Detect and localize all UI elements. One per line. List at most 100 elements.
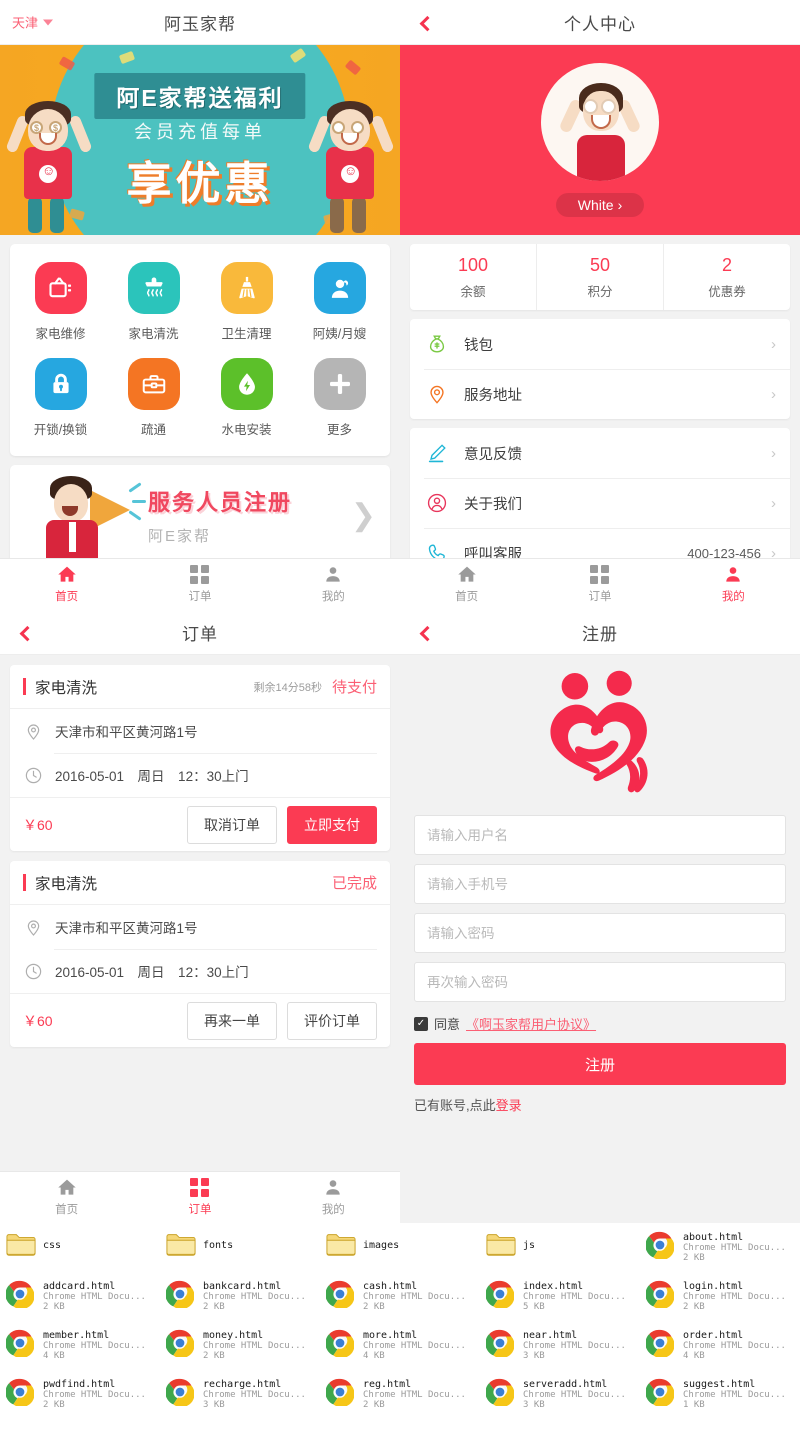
order-time-row: 2016-05-01 周日 12：30上门 xyxy=(10,753,390,797)
service-item[interactable]: 卫生清理 xyxy=(200,256,293,352)
username-label: White xyxy=(577,197,614,213)
menu-row[interactable]: 钱包 › xyxy=(410,319,790,369)
tab-home[interactable]: 首页 xyxy=(0,1172,133,1223)
file-item[interactable]: money.html Chrome HTML Docu... 2 KB xyxy=(165,1327,326,1376)
folder-item[interactable]: images xyxy=(326,1229,486,1278)
tab-mine[interactable]: 我的 xyxy=(267,1172,400,1223)
file-name: money.html xyxy=(203,1330,264,1341)
file-meta: reg.html Chrome HTML Docu... 2 KB xyxy=(363,1378,466,1410)
stat-item[interactable]: 2 优惠券 xyxy=(663,244,790,310)
service-item[interactable]: 家电清洗 xyxy=(107,256,200,352)
file-name: member.html xyxy=(43,1330,110,1341)
tab-home[interactable]: 首页 xyxy=(400,559,533,610)
tab-mine[interactable]: 我的 xyxy=(667,559,800,610)
grid-icon xyxy=(189,1178,210,1197)
file-type: Chrome HTML Docu... xyxy=(203,1341,306,1351)
order-price: ￥60 xyxy=(23,1012,53,1029)
register-input-2[interactable] xyxy=(414,913,786,953)
grid-icon xyxy=(189,565,210,584)
tab-order[interactable]: 订单 xyxy=(133,1172,266,1223)
chrome-icon xyxy=(645,1231,676,1261)
login-link[interactable]: 登录 xyxy=(496,1098,522,1113)
service-item[interactable]: 家电维修 xyxy=(14,256,107,352)
file-name: serveradd.html xyxy=(523,1379,608,1390)
tab-order[interactable]: 订单 xyxy=(133,559,266,610)
avatar[interactable] xyxy=(541,63,659,181)
file-item[interactable]: order.html Chrome HTML Docu... 4 KB xyxy=(645,1327,800,1376)
back-icon[interactable] xyxy=(19,625,36,642)
staff-register-banner[interactable]: 服务人员注册 阿E家帮 ❯ xyxy=(10,465,390,565)
tab-mine[interactable]: 我的 xyxy=(267,559,400,610)
file-item[interactable]: pwdfind.html Chrome HTML Docu... 2 KB xyxy=(5,1376,166,1425)
register-input-1[interactable] xyxy=(414,864,786,904)
order-card-footer: ￥60 取消订单 立即支付 xyxy=(10,797,390,851)
username-chip[interactable]: White › xyxy=(555,193,645,217)
order-card-header: 家电清洗 已完成 xyxy=(10,861,390,905)
order-card[interactable]: 家电清洗 剩余14分58秒 待支付 天津市和平区黄河路1号 2016-05-01 周日 … xyxy=(10,665,390,851)
order-action-button[interactable]: 再来一单 xyxy=(187,1001,277,1040)
file-size: 1 KB xyxy=(683,1400,705,1410)
promo-ribbon-text: 阿E家帮送福利 xyxy=(94,73,306,119)
file-item[interactable]: login.html Chrome HTML Docu... 2 KB xyxy=(645,1278,800,1327)
file-item[interactable]: more.html Chrome HTML Docu... 4 KB xyxy=(325,1327,486,1376)
register-screen: 注册 ✓ 同意 《啊玉家帮用户协议》 注册 xyxy=(400,610,800,1223)
file-item[interactable]: addcard.html Chrome HTML Docu... 2 KB xyxy=(5,1278,166,1327)
menu-row[interactable]: 意见反馈 › xyxy=(410,428,790,478)
tab-mine-label: 我的 xyxy=(321,591,345,603)
service-item[interactable]: 水电安装 xyxy=(200,352,293,448)
user-icon xyxy=(723,565,743,584)
file-item[interactable]: suggest.html Chrome HTML Docu... 1 KB xyxy=(645,1376,800,1425)
city-selector[interactable]: 天津 xyxy=(12,13,54,32)
file-meta: css xyxy=(43,1231,61,1251)
file-item[interactable]: reg.html Chrome HTML Docu... 2 KB xyxy=(325,1376,486,1425)
service-item[interactable]: 开锁/换锁 xyxy=(14,352,107,448)
chrome-icon xyxy=(485,1280,516,1310)
folder-item[interactable]: js xyxy=(486,1229,646,1278)
file-item[interactable]: recharge.html Chrome HTML Docu... 3 KB xyxy=(165,1376,326,1425)
clock-icon xyxy=(23,765,44,786)
file-size: 2 KB xyxy=(683,1253,705,1263)
file-name: login.html xyxy=(683,1281,744,1292)
home-icon xyxy=(57,1178,77,1197)
stat-label: 余额 xyxy=(460,285,486,299)
service-item-label: 更多 xyxy=(326,423,352,437)
service-item-label: 疏通 xyxy=(140,423,166,437)
service-item[interactable]: 阿姨/月嫂 xyxy=(293,256,386,352)
register-input-0[interactable] xyxy=(414,815,786,855)
order-action-button[interactable]: 立即支付 xyxy=(287,805,377,844)
file-item[interactable]: cash.html Chrome HTML Docu... 2 KB xyxy=(325,1278,486,1327)
folder-item[interactable]: css xyxy=(6,1229,166,1278)
file-item[interactable]: member.html Chrome HTML Docu... 4 KB xyxy=(5,1327,166,1376)
file-item[interactable]: about.html Chrome HTML Docu... 2 KB xyxy=(645,1229,800,1278)
folder-item[interactable]: fonts xyxy=(166,1229,326,1278)
service-item[interactable]: 疏通 xyxy=(107,352,200,448)
file-item[interactable]: index.html Chrome HTML Docu... 5 KB xyxy=(485,1278,646,1327)
stat-item[interactable]: 100 余额 xyxy=(410,244,536,310)
chevron-right-icon: › xyxy=(771,494,776,512)
file-item[interactable]: near.html Chrome HTML Docu... 3 KB xyxy=(485,1327,646,1376)
menu-row[interactable]: 服务地址 › xyxy=(410,369,790,419)
register-input-3[interactable] xyxy=(414,962,786,1002)
agreement-checkbox[interactable]: ✓ xyxy=(414,1016,428,1031)
menu-row[interactable]: 关于我们 › xyxy=(410,478,790,528)
agreement-link[interactable]: 《啊玉家帮用户协议》 xyxy=(466,1014,596,1033)
order-action-button[interactable]: 评价订单 xyxy=(287,1001,377,1040)
tab-order[interactable]: 订单 xyxy=(533,559,666,610)
service-item[interactable]: 更多 xyxy=(293,352,386,448)
tab-home[interactable]: 首页 xyxy=(0,559,133,610)
file-meta: images xyxy=(363,1231,399,1251)
back-icon[interactable] xyxy=(419,625,436,642)
stat-item[interactable]: 50 积分 xyxy=(536,244,663,310)
file-item[interactable]: serveradd.html Chrome HTML Docu... 3 KB xyxy=(485,1376,646,1425)
file-item[interactable]: bankcard.html Chrome HTML Docu... 2 KB xyxy=(165,1278,326,1327)
back-icon[interactable] xyxy=(419,15,436,32)
promo-banner[interactable]: $$ 阿E家帮送福利 会员充值每单 享优惠 xyxy=(0,45,400,235)
register-title: 注册 xyxy=(582,624,618,644)
register-submit-button[interactable]: 注册 xyxy=(414,1043,786,1085)
order-card[interactable]: 家电清洗 已完成 天津市和平区黄河路1号 2016-05-01 周日 12：30上门 ￥… xyxy=(10,861,390,1047)
agreement-row[interactable]: ✓ 同意 《啊玉家帮用户协议》 xyxy=(414,1014,786,1033)
order-action-button[interactable]: 取消订单 xyxy=(187,805,277,844)
register-form-fields xyxy=(414,815,786,1011)
confetti-decoration xyxy=(344,59,362,76)
home-icon xyxy=(57,565,77,584)
